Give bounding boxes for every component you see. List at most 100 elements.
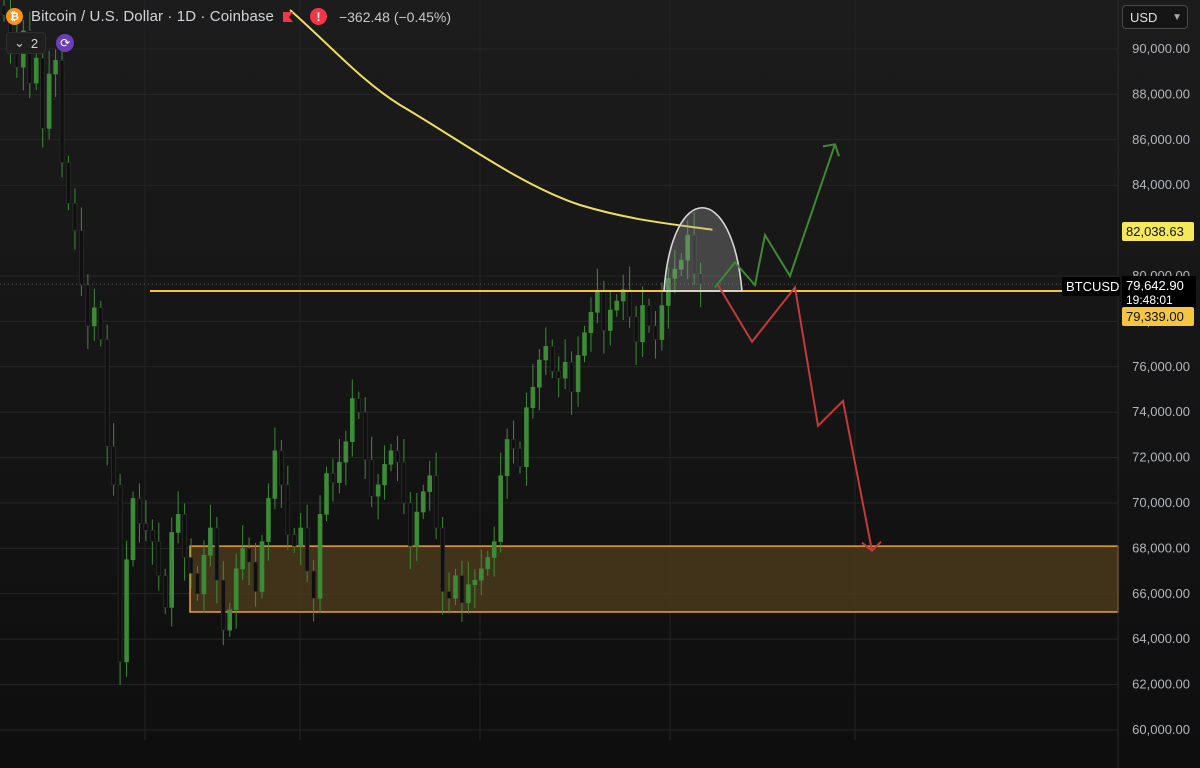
candle[interactable] — [607, 309, 613, 331]
candle[interactable] — [511, 439, 516, 449]
candle[interactable] — [627, 289, 632, 318]
candle[interactable] — [169, 532, 174, 608]
candle[interactable] — [524, 407, 529, 467]
candle[interactable] — [53, 60, 58, 75]
candle[interactable] — [143, 523, 149, 531]
candle[interactable] — [369, 459, 374, 497]
candle[interactable] — [343, 441, 349, 463]
symbol-title[interactable]: Bitcoin / U.S. Dollar · 1D · Coinbase — [31, 8, 274, 25]
candle[interactable] — [659, 305, 665, 340]
candle[interactable] — [285, 484, 291, 536]
candle[interactable] — [478, 568, 484, 581]
candle[interactable] — [459, 575, 465, 604]
candle[interactable] — [195, 573, 200, 595]
candle[interactable] — [653, 325, 658, 340]
candle[interactable] — [543, 346, 549, 361]
candle[interactable] — [266, 498, 271, 542]
candle[interactable] — [72, 203, 78, 231]
candle[interactable] — [472, 579, 478, 586]
currency-select[interactable]: USD ▼ — [1122, 5, 1188, 29]
candle[interactable] — [498, 475, 503, 542]
candle[interactable] — [311, 570, 316, 599]
candle[interactable] — [362, 411, 368, 461]
candle[interactable] — [46, 73, 52, 129]
candle[interactable] — [279, 450, 284, 486]
candle[interactable] — [562, 361, 568, 379]
candle[interactable] — [150, 529, 155, 542]
candle[interactable] — [259, 541, 265, 592]
candle[interactable] — [382, 464, 387, 486]
candle[interactable] — [549, 346, 555, 372]
candle[interactable] — [588, 312, 594, 334]
candle[interactable] — [408, 502, 413, 547]
candle[interactable] — [388, 450, 394, 465]
candle[interactable] — [414, 511, 420, 547]
candle[interactable] — [221, 579, 226, 631]
candle[interactable] — [117, 484, 123, 663]
candle[interactable] — [79, 230, 84, 286]
candle[interactable] — [104, 339, 110, 447]
candle[interactable] — [440, 527, 445, 592]
candle[interactable] — [601, 291, 607, 331]
candle[interactable] — [188, 557, 194, 574]
candle[interactable] — [491, 541, 497, 558]
candle[interactable] — [208, 527, 213, 556]
candle[interactable] — [330, 473, 336, 483]
candle[interactable] — [569, 361, 574, 393]
candle[interactable] — [317, 514, 323, 599]
candle[interactable] — [517, 448, 523, 467]
candle[interactable] — [349, 398, 355, 443]
candle[interactable] — [40, 57, 46, 129]
candle[interactable] — [537, 359, 542, 388]
candle[interactable] — [485, 557, 491, 570]
candle[interactable] — [337, 461, 342, 483]
candle[interactable] — [582, 332, 587, 356]
candle[interactable] — [556, 371, 562, 379]
candle[interactable] — [466, 584, 471, 604]
candle[interactable] — [33, 57, 39, 84]
candle[interactable] — [182, 514, 187, 558]
candle[interactable] — [233, 568, 239, 610]
candle[interactable] — [92, 307, 97, 327]
candle[interactable] — [633, 316, 639, 343]
candle[interactable] — [162, 575, 168, 608]
candle[interactable] — [253, 561, 258, 592]
candle[interactable] — [214, 527, 220, 581]
candle[interactable] — [85, 284, 91, 327]
candle[interactable] — [453, 575, 458, 599]
sync-icon[interactable]: ⟳ — [56, 34, 75, 52]
support-zone[interactable] — [189, 545, 1119, 613]
candle[interactable] — [98, 307, 104, 340]
candle[interactable] — [291, 534, 297, 547]
candle[interactable] — [246, 548, 252, 563]
candle[interactable] — [433, 475, 439, 529]
candle[interactable] — [240, 548, 245, 570]
candle[interactable] — [272, 450, 278, 499]
candle[interactable] — [130, 498, 136, 561]
candle[interactable] — [66, 162, 71, 204]
indicators-toggle-button[interactable]: ⌄ 2 — [6, 32, 47, 54]
candle[interactable] — [298, 527, 304, 547]
candle[interactable] — [401, 461, 407, 504]
candle[interactable] — [59, 60, 65, 163]
candle[interactable] — [504, 439, 510, 477]
candle[interactable] — [427, 475, 433, 492]
candle[interactable] — [375, 484, 381, 497]
candle[interactable] — [646, 305, 652, 327]
candle[interactable] — [356, 398, 362, 413]
candle[interactable] — [640, 305, 645, 343]
candle[interactable] — [111, 445, 116, 486]
candle[interactable] — [304, 527, 310, 572]
alert-icon[interactable]: ! — [309, 8, 327, 25]
flag-icon[interactable] — [282, 11, 294, 23]
candle[interactable] — [175, 514, 181, 533]
candle[interactable] — [530, 386, 536, 408]
candle[interactable] — [137, 498, 142, 524]
candle[interactable] — [124, 559, 129, 663]
candle[interactable] — [201, 554, 207, 595]
candle[interactable] — [595, 291, 600, 313]
candle[interactable] — [395, 450, 400, 463]
candle[interactable] — [420, 491, 426, 513]
candle[interactable] — [614, 300, 620, 311]
candle[interactable] — [227, 609, 233, 631]
